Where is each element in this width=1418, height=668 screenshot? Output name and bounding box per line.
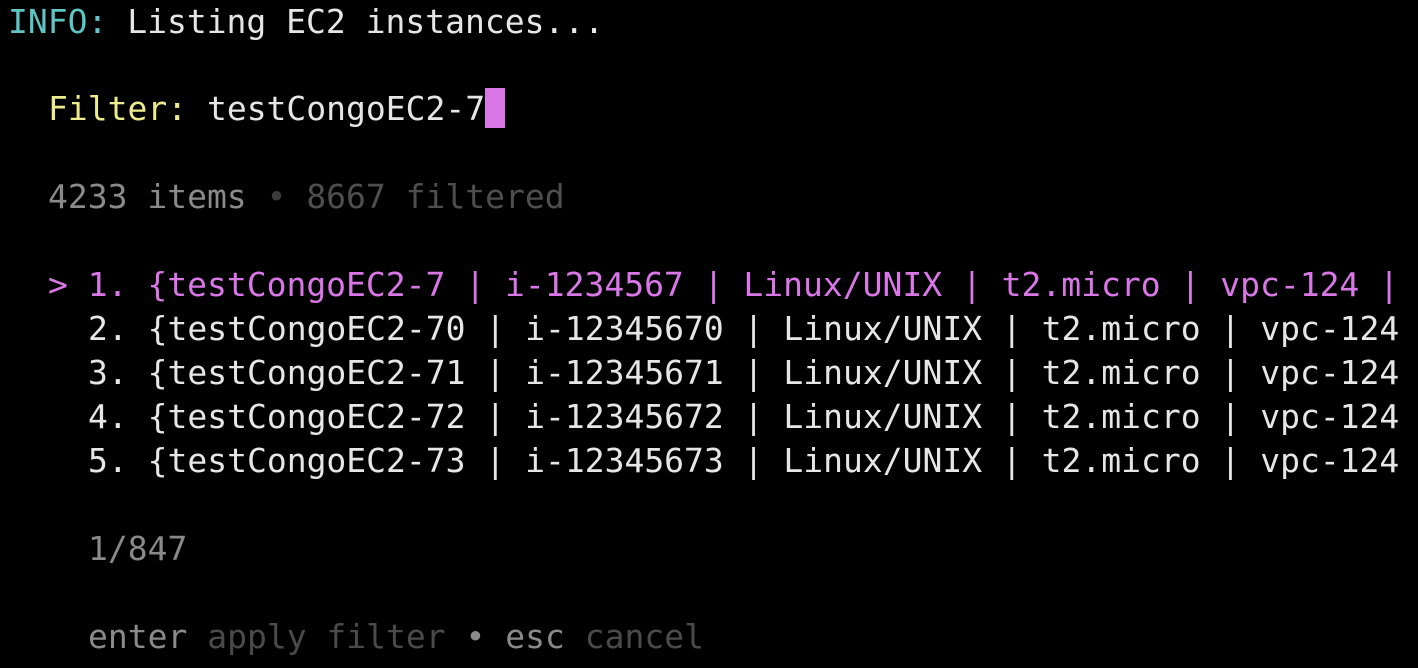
list-item[interactable]: 3. {testCongoEC2-71 | i-12345671 | Linux… bbox=[88, 351, 1399, 395]
help-bar: enter apply filter • esc cancel bbox=[88, 615, 704, 659]
separator-dot-icon: • bbox=[465, 617, 486, 656]
filter-input[interactable]: testCongoEC2-7 bbox=[207, 89, 485, 128]
filter-line[interactable]: Filter: testCongoEC2-7 bbox=[48, 87, 506, 131]
list-item[interactable]: 5. {testCongoEC2-73 | i-12345673 | Linux… bbox=[88, 439, 1399, 483]
list-item-text: {testCongoEC2-73 | i-12345673 | Linux/UN… bbox=[147, 441, 1400, 480]
list-item-number: 5. bbox=[88, 441, 128, 480]
list-item-number: 4. bbox=[88, 397, 128, 436]
count-line: 4233 items • 8667 filtered bbox=[48, 175, 565, 219]
apply-filter-hint: apply filter bbox=[207, 617, 446, 656]
separator-dot-icon: • bbox=[266, 177, 287, 216]
list-item[interactable]: 2. {testCongoEC2-70 | i-12345670 | Linux… bbox=[88, 307, 1399, 351]
info-line: INFO: Listing EC2 instances... bbox=[8, 0, 604, 44]
filtered-count: 8667 filtered bbox=[306, 177, 565, 216]
list-item-text: {testCongoEC2-70 | i-12345670 | Linux/UN… bbox=[147, 309, 1400, 348]
list-item-selected[interactable]: > 1. {testCongoEC2-7 | i-1234567 | Linux… bbox=[48, 263, 1399, 307]
esc-key-hint: esc bbox=[505, 617, 565, 656]
list-item-number: 2. bbox=[88, 309, 128, 348]
list-item-text: {testCongoEC2-72 | i-12345672 | Linux/UN… bbox=[147, 397, 1400, 436]
selection-marker-icon: > bbox=[48, 265, 68, 304]
text-cursor bbox=[485, 88, 506, 128]
enter-key-hint: enter bbox=[88, 617, 188, 656]
items-count: 4233 items bbox=[48, 177, 247, 216]
pagination: 1/847 bbox=[88, 529, 188, 568]
list-item-text: {testCongoEC2-71 | i-12345671 | Linux/UN… bbox=[147, 353, 1400, 392]
cancel-hint: cancel bbox=[584, 617, 704, 656]
list-item[interactable]: 4. {testCongoEC2-72 | i-12345672 | Linux… bbox=[88, 395, 1399, 439]
info-tag: INFO: bbox=[8, 2, 108, 41]
filter-label: Filter: bbox=[48, 89, 188, 128]
list-item-number: 3. bbox=[88, 353, 128, 392]
list-item-number: 1. bbox=[87, 265, 128, 304]
info-message: Listing EC2 instances... bbox=[107, 2, 605, 41]
list-item-text: {testCongoEC2-7 | i-1234567 | Linux/UNIX… bbox=[147, 265, 1400, 304]
